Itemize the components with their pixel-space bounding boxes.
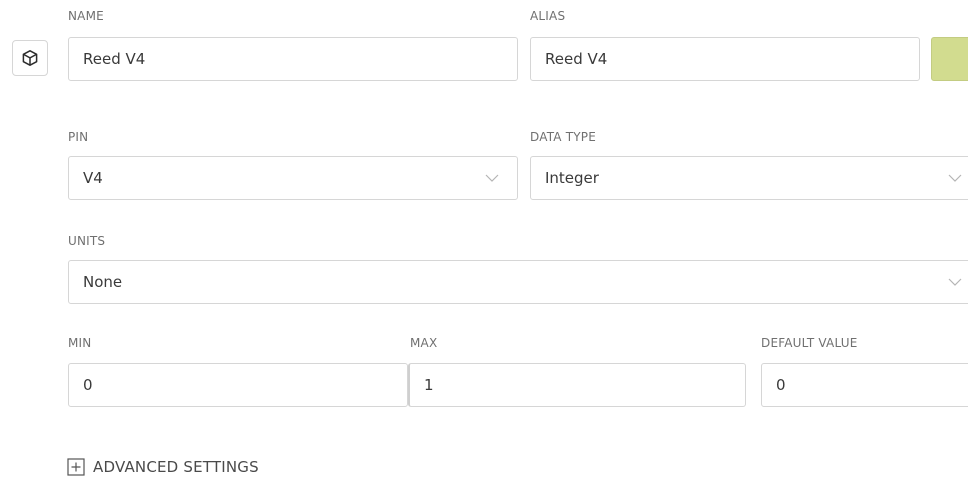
pin-select[interactable]: V4 (68, 156, 518, 200)
pin-label: PIN (68, 130, 89, 144)
max-value: 1 (424, 376, 434, 394)
name-label: NAME (68, 9, 104, 23)
data-type-select[interactable]: Integer (530, 156, 968, 200)
chevron-down-icon (485, 174, 499, 182)
min-input[interactable]: 0 (68, 363, 408, 407)
model-button[interactable] (12, 40, 48, 76)
alias-label: ALIAS (530, 9, 566, 23)
name-value: Reed V4 (83, 50, 146, 68)
default-value-input[interactable]: 0 (761, 363, 968, 407)
alias-input[interactable]: Reed V4 (530, 37, 920, 81)
units-label: UNITS (68, 234, 106, 248)
default-value-value: 0 (776, 376, 786, 394)
pin-value: V4 (83, 169, 103, 187)
advanced-settings-label: ADVANCED SETTINGS (93, 458, 259, 476)
default-value-label: DEFAULT VALUE (761, 336, 858, 350)
name-input[interactable]: Reed V4 (68, 37, 518, 81)
alias-value: Reed V4 (545, 50, 608, 68)
units-value: None (83, 273, 123, 291)
max-input[interactable]: 1 (408, 363, 746, 407)
cube-icon (22, 50, 38, 66)
min-label: MIN (68, 336, 92, 350)
units-select[interactable]: None (68, 260, 968, 304)
max-label: MAX (410, 336, 438, 350)
chevron-down-icon (948, 174, 962, 182)
min-value: 0 (83, 376, 93, 394)
plus-square-icon (67, 458, 85, 476)
advanced-settings-toggle[interactable]: ADVANCED SETTINGS (67, 457, 259, 477)
data-type-label: DATA TYPE (530, 130, 597, 144)
data-type-value: Integer (545, 169, 599, 187)
chevron-down-icon (948, 278, 962, 286)
color-picker-swatch[interactable] (931, 37, 968, 81)
